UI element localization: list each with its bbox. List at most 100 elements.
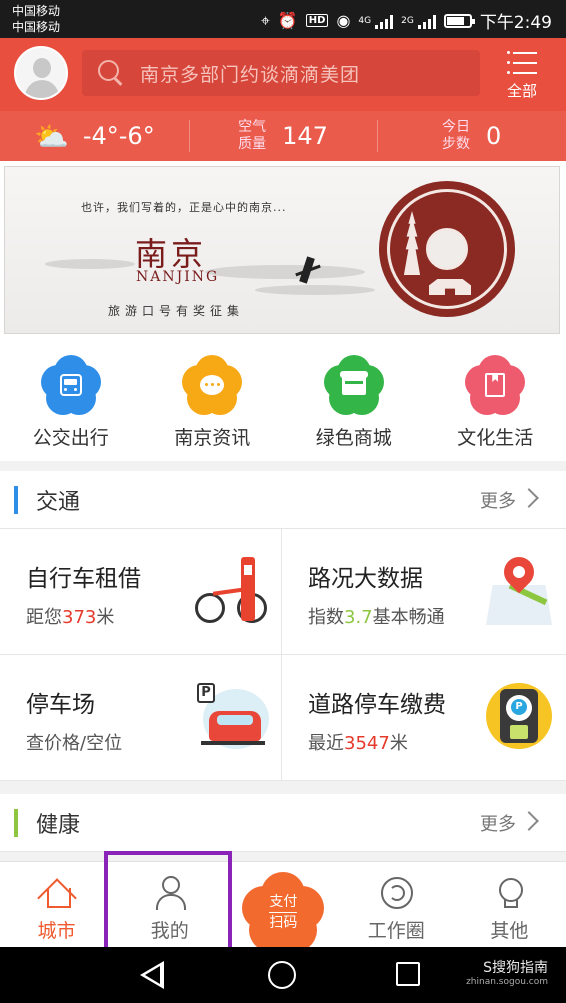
chevron-right-icon[interactable] <box>519 811 539 831</box>
signal-icon-2 <box>417 13 436 29</box>
clock: 下午2:49 <box>479 13 552 33</box>
quick-link-label: 绿色商城 <box>315 427 392 449</box>
chevron-right-icon[interactable] <box>519 488 539 508</box>
battery-icon <box>443 13 475 28</box>
tab-pay-scan[interactable]: 支付 扫码 <box>226 862 339 952</box>
status-bar: 中国移动 中国移动 ⌖ ⏰ HD ◉ 4G 2G 下午2:49 <box>0 0 566 38</box>
shop-icon <box>323 355 384 415</box>
steps-label: 今日 步数 <box>442 119 470 153</box>
section-header-health: 健康 更多 <box>0 794 566 852</box>
watermark: S搜狗指南 zhinan.sogou.com <box>466 957 548 987</box>
card-subtitle: 指数3.7基本畅通 <box>308 607 445 628</box>
avatar-body-icon <box>25 80 59 98</box>
home-icon <box>39 874 75 910</box>
carrier-info: 中国移动 中国移动 <box>12 3 60 35</box>
pay-scan-button[interactable]: 支付 扫码 <box>242 872 325 954</box>
chat-icon <box>182 355 243 415</box>
user-icon <box>152 874 188 910</box>
section-title: 健康 <box>36 813 81 838</box>
status-icons: ⌖ ⏰ HD ◉ 4G 2G 下午2:49 <box>260 8 552 34</box>
banner-image: 也许，我们写着的，正是心中的南京... 南京 NANJING 旅游口号有奖征集 <box>4 166 560 334</box>
banner-tagline: 也许，我们写着的，正是心中的南京... <box>81 201 287 214</box>
search-icon <box>98 60 124 86</box>
traffic-cards: 自行车租借 距您373米 路况大数据 指数3.7基本畅通 停车场 查价格/空位 … <box>0 529 566 781</box>
list-menu-icon <box>507 50 537 74</box>
health-more-link[interactable]: 更多 <box>480 810 516 836</box>
network-type-1: 4G <box>358 15 372 26</box>
card-title: 自行车租借 <box>26 566 141 592</box>
quick-link-label: 文化生活 <box>457 427 534 449</box>
weather-bar: ⛅ -4°-6° 空气 质量 147 今日 步数 0 <box>0 111 566 161</box>
nanjing-seal-icon <box>379 181 515 317</box>
today-steps[interactable]: 今日 步数 0 <box>377 116 566 156</box>
distance-value: 3547 <box>344 733 390 754</box>
quick-link-news[interactable]: 南京资讯 <box>142 339 284 461</box>
search-bar[interactable]: 南京多部门约谈滴滴美团 <box>82 50 480 96</box>
bicycle-icon <box>195 557 271 627</box>
hd-icon: HD <box>305 14 329 27</box>
bottom-tab-bar: 城市 我的 支付 扫码 工作圈 其他 <box>0 861 566 952</box>
temperature-value: -4°-6° <box>82 122 155 150</box>
card-subtitle: 距您373米 <box>26 607 115 628</box>
mist-decoration <box>205 265 365 279</box>
figure-icon <box>297 257 317 289</box>
bus-icon <box>40 355 101 415</box>
steps-value: 0 <box>486 122 502 150</box>
map-pin-icon <box>480 550 556 627</box>
distance-value: 373 <box>62 607 97 628</box>
aqi-label: 空气 质量 <box>238 119 266 153</box>
quick-link-bus[interactable]: 公交出行 <box>0 339 142 461</box>
aqi-label-line2: 质量 <box>238 136 267 152</box>
quick-link-mall[interactable]: 绿色商城 <box>283 339 425 461</box>
section-title: 交通 <box>36 490 81 515</box>
card-title: 路况大数据 <box>308 566 423 592</box>
card-traffic-data[interactable]: 路况大数据 指数3.7基本畅通 <box>282 529 566 655</box>
avatar[interactable] <box>14 46 68 100</box>
card-title: 停车场 <box>26 692 95 718</box>
aqi-value: 147 <box>282 122 328 150</box>
promo-banner[interactable]: 也许，我们写着的，正是心中的南京... 南京 NANJING 旅游口号有奖征集 <box>0 161 566 339</box>
quick-link-culture[interactable]: 文化生活 <box>425 339 566 461</box>
pay-label: 支付 <box>269 893 298 913</box>
location-icon: ⌖ <box>260 10 270 30</box>
card-subtitle: 最近3547米 <box>308 733 408 754</box>
back-icon[interactable] <box>140 961 166 989</box>
watermark-text: S搜狗指南 <box>483 960 548 976</box>
mist-decoration <box>45 259 135 269</box>
card-road-parking-fee[interactable]: 道路停车缴费 最近3547米 P <box>282 655 566 781</box>
lightbulb-icon <box>491 874 527 910</box>
card-parking-lot[interactable]: 停车场 查价格/空位 P <box>0 655 282 781</box>
circle-icon <box>378 874 414 910</box>
tab-label: 工作圈 <box>367 920 425 942</box>
avatar-head-icon <box>33 58 51 78</box>
signal-icon <box>375 13 394 29</box>
section-header-traffic: 交通 更多 <box>0 471 566 529</box>
recent-apps-icon[interactable] <box>396 962 420 986</box>
card-subtitle: 查价格/空位 <box>26 733 123 754</box>
alarm-icon: ⏰ <box>277 10 298 30</box>
tab-label: 城市 <box>37 920 76 942</box>
tab-mine[interactable]: 我的 <box>113 862 226 947</box>
search-placeholder: 南京多部门约谈滴滴美团 <box>140 63 361 86</box>
banner-slogan: 旅游口号有奖征集 <box>108 304 245 318</box>
parking-car-icon: P <box>195 683 271 753</box>
scan-label: 扫码 <box>269 915 298 931</box>
tab-other[interactable]: 其他 <box>453 862 566 947</box>
carrier-2: 中国移动 <box>12 20 61 34</box>
tab-city[interactable]: 城市 <box>0 862 113 947</box>
card-bike-rental[interactable]: 自行车租借 距您373米 <box>0 529 282 655</box>
traffic-more-link[interactable]: 更多 <box>480 487 516 513</box>
tab-work-circle[interactable]: 工作圈 <box>340 862 453 947</box>
home-circle-icon[interactable] <box>268 961 296 989</box>
parking-meter-icon: P <box>480 683 556 753</box>
steps-label-line2: 步数 <box>442 136 471 152</box>
weather-temperature[interactable]: ⛅ -4°-6° <box>0 116 189 156</box>
steps-label-line1: 今日 <box>442 119 471 135</box>
all-menu-button[interactable]: 全部 <box>500 48 544 100</box>
air-quality[interactable]: 空气 质量 147 <box>188 116 378 156</box>
quick-link-label: 南京资讯 <box>174 427 251 449</box>
section-accent-bar <box>14 809 18 837</box>
all-menu-label: 全部 <box>506 82 537 100</box>
quick-links: 公交出行 南京资讯 绿色商城 文化生活 <box>0 339 566 461</box>
partly-cloudy-icon: ⛅ <box>33 119 69 153</box>
